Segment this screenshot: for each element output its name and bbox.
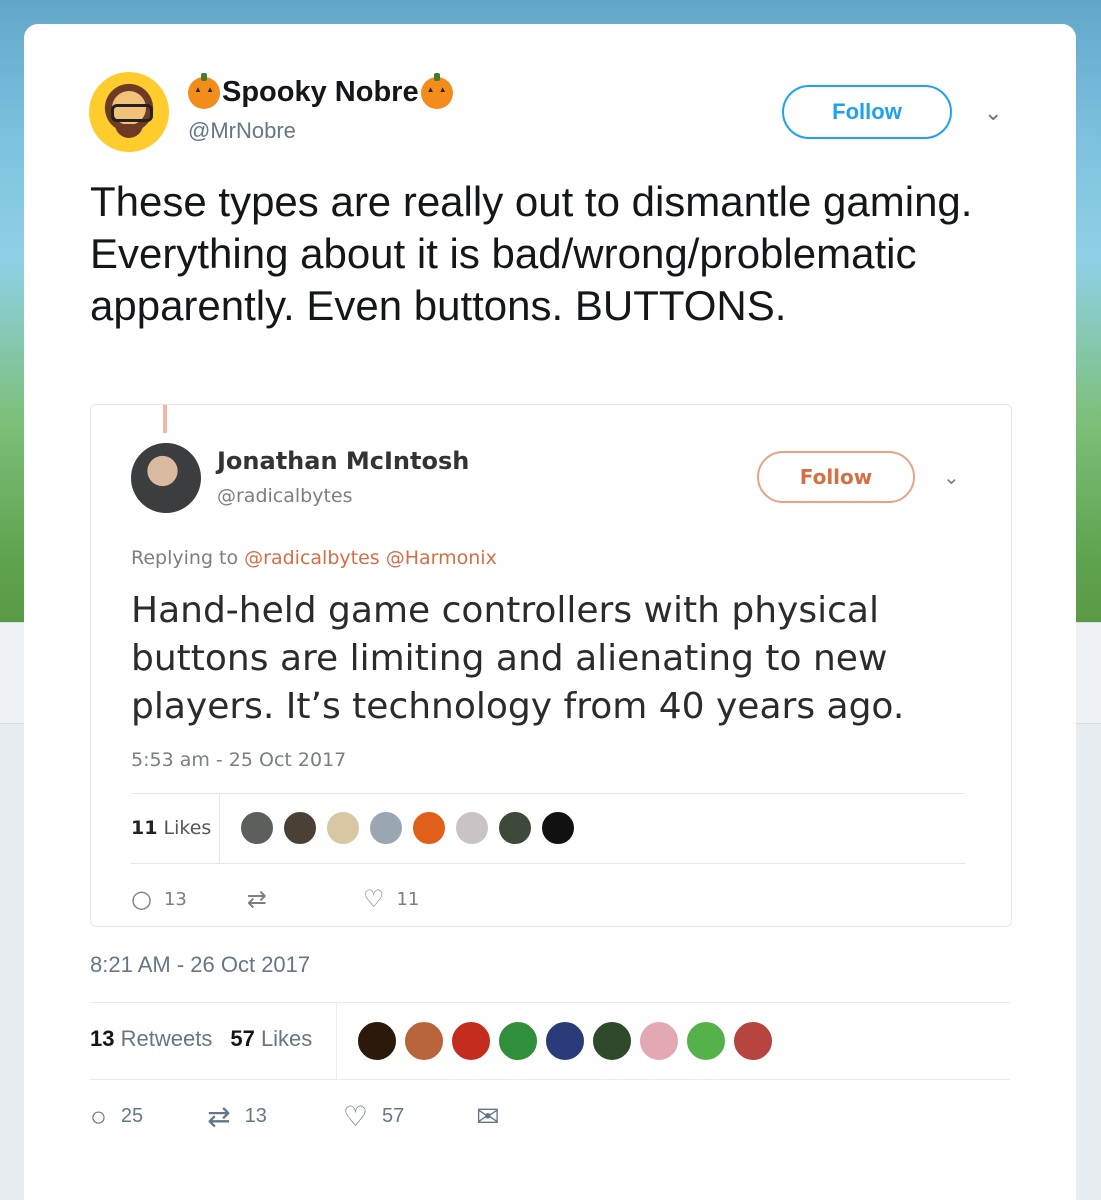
like-action[interactable]: ♡ 57 (343, 1100, 404, 1133)
quoted-likes-count[interactable]: 11 Likes (131, 817, 211, 839)
liker-avatar[interactable] (325, 810, 361, 846)
retweet-icon: ⇄ (207, 1101, 231, 1132)
avatar-beard (115, 124, 143, 138)
like-count: 57 (382, 1105, 405, 1127)
liker-avatar[interactable] (497, 1020, 539, 1062)
retweet-count: 13 (244, 1105, 267, 1127)
avatar-glasses (111, 104, 153, 122)
retweets-count: 13 (90, 1026, 115, 1051)
liker-avatar[interactable] (685, 1020, 727, 1062)
quoted-like-count: 11 (396, 888, 420, 910)
tweet-timestamp[interactable]: 8:21 AM - 26 Oct 2017 (90, 952, 310, 978)
heart-icon: ♡ (342, 1101, 368, 1132)
divider (336, 1002, 337, 1079)
quoted-tweet-text: Hand-held game controllers with physical… (131, 590, 905, 727)
reply-icon: ○ (131, 885, 152, 913)
reply-count: 25 (120, 1105, 144, 1127)
likes-count: 57 (230, 1026, 255, 1051)
likes-label: Likes (260, 1026, 313, 1051)
tweet-actions: ○ 25 ⇄ 13 ♡ 57 ✉ (90, 1100, 514, 1133)
replying-to: Replying to @radicalbytes @Harmonix (131, 547, 497, 569)
liker-avatar[interactable] (403, 1020, 445, 1062)
replying-to-mentions[interactable]: @radicalbytes @Harmonix (244, 547, 497, 569)
divider (90, 1002, 1010, 1003)
pumpkin-icon (188, 72, 220, 109)
divider (219, 793, 220, 863)
quoted-retweet-action[interactable]: ⇄ (247, 885, 279, 913)
liker-avatar[interactable] (732, 1020, 774, 1062)
author-avatar[interactable] (89, 72, 169, 152)
liker-avatar[interactable] (497, 810, 533, 846)
quoted-reply-action[interactable]: ○ 13 (131, 885, 187, 913)
liker-avatar[interactable] (356, 1020, 398, 1062)
liker-avatar[interactable] (544, 1020, 586, 1062)
envelope-icon: ✉ (476, 1101, 500, 1132)
follow-button[interactable]: Follow (782, 85, 952, 139)
retweet-action[interactable]: ⇄ 13 (207, 1100, 267, 1133)
tweet-stats: 13 Retweets 57 Likes (90, 1026, 330, 1052)
liker-avatar[interactable] (282, 810, 318, 846)
quoted-author-handle[interactable]: @radicalbytes (217, 485, 353, 507)
pumpkin-icon (420, 72, 453, 109)
quoted-follow-button[interactable]: Follow (757, 451, 915, 503)
quoted-tweet[interactable]: Jonathan McIntosh @radicalbytes Follow ⌄… (90, 404, 1012, 927)
retweets-label: Retweets (120, 1026, 213, 1051)
liker-avatar[interactable] (368, 810, 404, 846)
liker-avatar[interactable] (450, 1020, 492, 1062)
quoted-reply-count: 13 (163, 888, 187, 910)
quoted-like-action[interactable]: ♡ 11 (363, 885, 419, 913)
quoted-likers (239, 810, 583, 846)
author-display-name[interactable]: Spooky Nobre (222, 76, 419, 109)
liker-avatar[interactable] (591, 1020, 633, 1062)
tweet-text: These types are really out to dismantle … (90, 178, 973, 329)
tweet-card: Spooky Nobre @MrNobre Follow ⌄ These typ… (24, 24, 1076, 1200)
direct-message-action[interactable]: ✉ (476, 1100, 513, 1133)
reply-icon: ○ (90, 1100, 107, 1132)
quoted-author-avatar[interactable] (131, 443, 201, 513)
retweets-stat[interactable]: 13 Retweets (90, 1026, 212, 1052)
quoted-likes-label: Likes (163, 817, 212, 839)
retweet-icon: ⇄ (246, 885, 267, 913)
likes-stat[interactable]: 57 Likes (230, 1026, 312, 1052)
reply-action[interactable]: ○ 25 (90, 1101, 143, 1133)
thread-line (163, 405, 167, 433)
liker-avatar[interactable] (411, 810, 447, 846)
replying-to-label: Replying to (131, 547, 239, 569)
quoted-author-name[interactable]: Jonathan McIntosh (217, 447, 469, 475)
liker-avatar[interactable] (638, 1020, 680, 1062)
divider (131, 793, 965, 794)
quoted-likes-number: 11 (131, 817, 158, 839)
liker-avatar[interactable] (454, 810, 490, 846)
liker-avatar[interactable] (239, 810, 275, 846)
heart-icon: ♡ (362, 885, 385, 913)
divider (90, 1079, 1010, 1080)
author-name-line[interactable]: Spooky Nobre (188, 72, 453, 109)
author-handle[interactable]: @MrNobre (188, 118, 296, 144)
quoted-actions: ○ 13 ⇄ ♡ 11 (131, 885, 419, 913)
chevron-down-icon[interactable]: ⌄ (943, 465, 960, 489)
divider (131, 863, 965, 864)
liker-avatar[interactable] (540, 810, 576, 846)
tweet-likers (356, 1020, 779, 1062)
quoted-timestamp[interactable]: 5:53 am - 25 Oct 2017 (131, 749, 346, 771)
chevron-down-icon[interactable]: ⌄ (984, 100, 1002, 126)
